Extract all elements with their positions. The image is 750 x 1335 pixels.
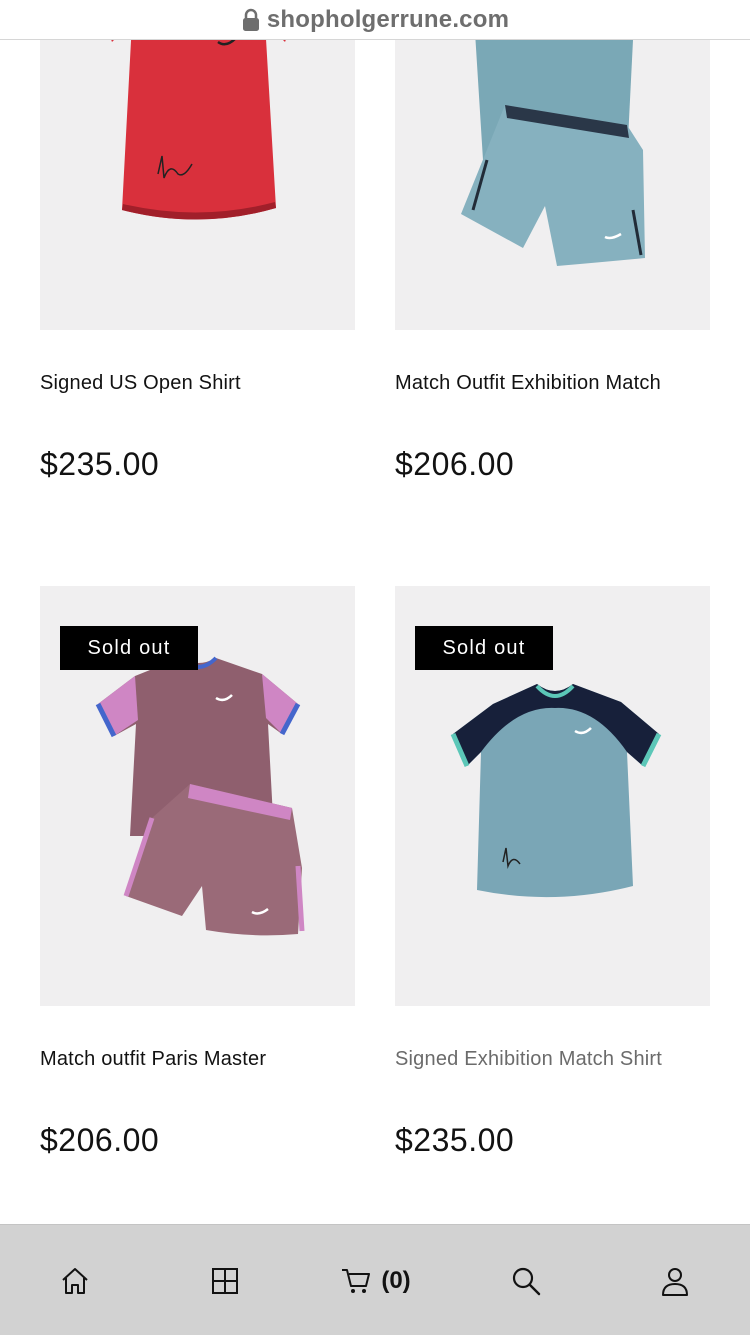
lock-icon <box>242 8 259 31</box>
product-image[interactable] <box>40 0 355 330</box>
cart-button[interactable]: (0) <box>336 1263 416 1299</box>
sold-out-badge: Sold out <box>60 626 198 670</box>
address-bar[interactable]: shopholgerrune.com <box>0 0 750 40</box>
catalog-button[interactable] <box>208 1263 242 1299</box>
sold-out-badge: Sold out <box>415 626 553 670</box>
product-title[interactable]: Match outfit Paris Master <box>40 1048 266 1071</box>
product-image[interactable]: Sold out <box>40 586 355 1006</box>
grid-icon <box>212 1268 238 1294</box>
product-price: $206.00 <box>40 1122 160 1158</box>
url-host: shopholgerrune.com <box>266 5 510 33</box>
home-button[interactable] <box>58 1263 92 1299</box>
search-button[interactable] <box>510 1263 542 1299</box>
product-price: $206.00 <box>395 446 515 482</box>
account-button[interactable] <box>660 1263 690 1299</box>
product-price: $235.00 <box>40 446 160 482</box>
search-icon <box>512 1267 541 1296</box>
product-title[interactable]: Match Outfit Exhibition Match <box>395 372 661 395</box>
product-image[interactable]: Sold out <box>395 586 710 1006</box>
product-price: $235.00 <box>395 1122 515 1158</box>
home-icon <box>62 1268 88 1294</box>
cart-count: (0) <box>381 1267 411 1294</box>
product-image[interactable] <box>395 0 710 330</box>
product-title[interactable]: Signed Exhibition Match Shirt <box>395 1048 662 1071</box>
bottom-nav: (0) <box>0 1224 750 1335</box>
cart-icon <box>342 1269 371 1293</box>
account-icon <box>662 1268 688 1296</box>
product-title[interactable]: Signed US Open Shirt <box>40 372 241 395</box>
